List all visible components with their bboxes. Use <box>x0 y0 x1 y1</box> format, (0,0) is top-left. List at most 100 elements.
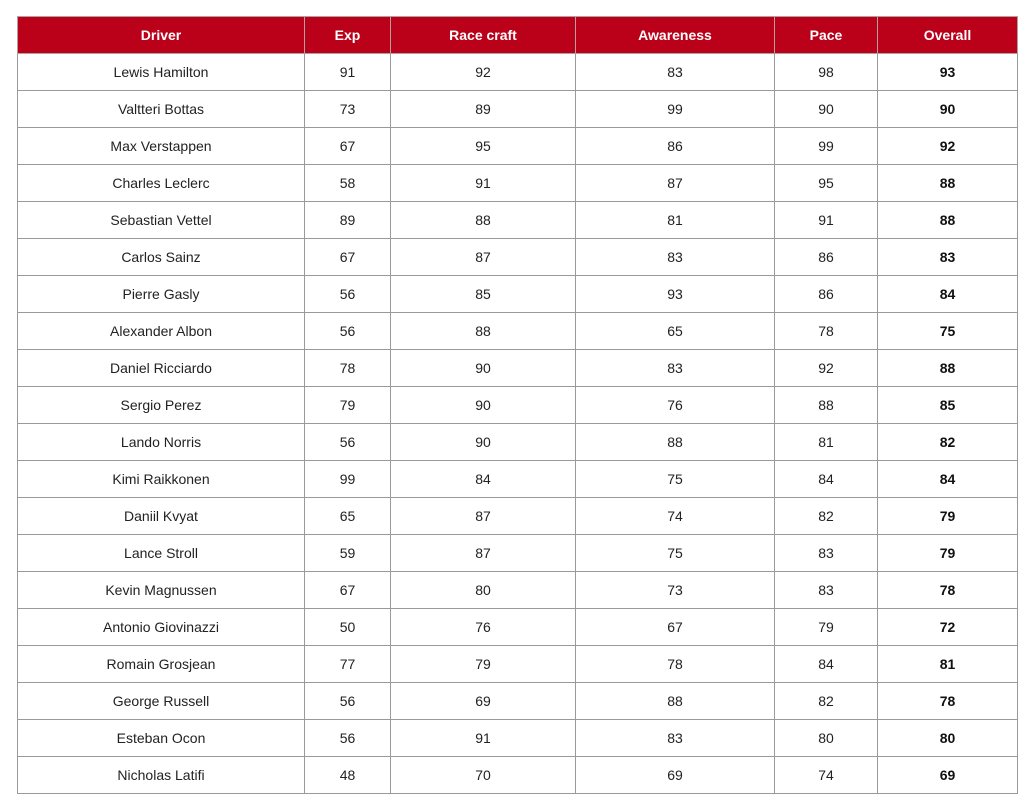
table-row: Daniil Kvyat 65 87 74 82 79 <box>17 497 1018 535</box>
race-craft-cell: 88 <box>390 201 576 239</box>
exp-cell: 67 <box>304 238 391 276</box>
awareness-cell: 73 <box>575 571 775 609</box>
column-header-race-craft[interactable]: Race craft <box>390 16 576 54</box>
pace-cell: 91 <box>774 201 878 239</box>
awareness-cell: 88 <box>575 423 775 461</box>
driver-cell: Valtteri Bottas <box>17 90 305 128</box>
awareness-cell: 81 <box>575 201 775 239</box>
overall-cell: 84 <box>877 460 1018 498</box>
table-row: Lewis Hamilton 91 92 83 98 93 <box>17 53 1018 91</box>
table-row: Esteban Ocon 56 91 83 80 80 <box>17 719 1018 757</box>
pace-cell: 83 <box>774 571 878 609</box>
table-row: Lando Norris 56 90 88 81 82 <box>17 423 1018 461</box>
overall-cell: 88 <box>877 201 1018 239</box>
exp-cell: 56 <box>304 682 391 720</box>
pace-cell: 88 <box>774 386 878 424</box>
table-row: Nicholas Latifi 48 70 69 74 69 <box>17 756 1018 794</box>
race-craft-cell: 87 <box>390 238 576 276</box>
table-row: Valtteri Bottas 73 89 99 90 90 <box>17 90 1018 128</box>
table-row: Antonio Giovinazzi 50 76 67 79 72 <box>17 608 1018 646</box>
pace-cell: 84 <box>774 460 878 498</box>
table-row: Alexander Albon 56 88 65 78 75 <box>17 312 1018 350</box>
table-row: Lance Stroll 59 87 75 83 79 <box>17 534 1018 572</box>
column-header-pace[interactable]: Pace <box>774 16 878 54</box>
overall-cell: 82 <box>877 423 1018 461</box>
awareness-cell: 83 <box>575 53 775 91</box>
column-header-driver[interactable]: Driver <box>17 16 305 54</box>
exp-cell: 56 <box>304 719 391 757</box>
exp-cell: 79 <box>304 386 391 424</box>
driver-cell: Lando Norris <box>17 423 305 461</box>
table-row: Charles Leclerc 58 91 87 95 88 <box>17 164 1018 202</box>
pace-cell: 81 <box>774 423 878 461</box>
exp-cell: 48 <box>304 756 391 794</box>
exp-cell: 67 <box>304 127 391 165</box>
driver-cell: Lance Stroll <box>17 534 305 572</box>
exp-cell: 67 <box>304 571 391 609</box>
table-row: Sebastian Vettel 89 88 81 91 88 <box>17 201 1018 239</box>
column-header-awareness[interactable]: Awareness <box>575 16 775 54</box>
driver-cell: Sebastian Vettel <box>17 201 305 239</box>
overall-cell: 69 <box>877 756 1018 794</box>
race-craft-cell: 79 <box>390 645 576 683</box>
overall-cell: 85 <box>877 386 1018 424</box>
overall-cell: 78 <box>877 571 1018 609</box>
overall-cell: 79 <box>877 497 1018 535</box>
overall-cell: 88 <box>877 164 1018 202</box>
awareness-cell: 69 <box>575 756 775 794</box>
exp-cell: 59 <box>304 534 391 572</box>
race-craft-cell: 87 <box>390 534 576 572</box>
pace-cell: 98 <box>774 53 878 91</box>
overall-cell: 72 <box>877 608 1018 646</box>
exp-cell: 91 <box>304 53 391 91</box>
exp-cell: 89 <box>304 201 391 239</box>
race-craft-cell: 90 <box>390 349 576 387</box>
race-craft-cell: 85 <box>390 275 576 313</box>
race-craft-cell: 69 <box>390 682 576 720</box>
column-header-exp[interactable]: Exp <box>304 16 391 54</box>
driver-cell: George Russell <box>17 682 305 720</box>
pace-cell: 86 <box>774 275 878 313</box>
awareness-cell: 87 <box>575 164 775 202</box>
awareness-cell: 83 <box>575 238 775 276</box>
race-craft-cell: 89 <box>390 90 576 128</box>
race-craft-cell: 87 <box>390 497 576 535</box>
awareness-cell: 65 <box>575 312 775 350</box>
awareness-cell: 75 <box>575 534 775 572</box>
overall-cell: 80 <box>877 719 1018 757</box>
table-row: Max Verstappen 67 95 86 99 92 <box>17 127 1018 165</box>
driver-cell: Max Verstappen <box>17 127 305 165</box>
overall-cell: 93 <box>877 53 1018 91</box>
table-row: Carlos Sainz 67 87 83 86 83 <box>17 238 1018 276</box>
driver-ratings-table: Driver Exp Race craft Awareness Pace Ove… <box>17 16 1018 794</box>
race-craft-cell: 90 <box>390 386 576 424</box>
overall-cell: 88 <box>877 349 1018 387</box>
awareness-cell: 74 <box>575 497 775 535</box>
driver-cell: Nicholas Latifi <box>17 756 305 794</box>
driver-cell: Daniel Ricciardo <box>17 349 305 387</box>
awareness-cell: 67 <box>575 608 775 646</box>
awareness-cell: 78 <box>575 645 775 683</box>
exp-cell: 99 <box>304 460 391 498</box>
awareness-cell: 99 <box>575 90 775 128</box>
header-row: Driver Exp Race craft Awareness Pace Ove… <box>17 16 1018 54</box>
overall-cell: 78 <box>877 682 1018 720</box>
pace-cell: 99 <box>774 127 878 165</box>
table-row: Daniel Ricciardo 78 90 83 92 88 <box>17 349 1018 387</box>
column-header-overall[interactable]: Overall <box>877 16 1018 54</box>
awareness-cell: 83 <box>575 349 775 387</box>
driver-cell: Kevin Magnussen <box>17 571 305 609</box>
race-craft-cell: 88 <box>390 312 576 350</box>
driver-cell: Esteban Ocon <box>17 719 305 757</box>
exp-cell: 65 <box>304 497 391 535</box>
pace-cell: 95 <box>774 164 878 202</box>
awareness-cell: 93 <box>575 275 775 313</box>
driver-cell: Carlos Sainz <box>17 238 305 276</box>
awareness-cell: 83 <box>575 719 775 757</box>
race-craft-cell: 84 <box>390 460 576 498</box>
awareness-cell: 88 <box>575 682 775 720</box>
table-row: Pierre Gasly 56 85 93 86 84 <box>17 275 1018 313</box>
table-row: Romain Grosjean 77 79 78 84 81 <box>17 645 1018 683</box>
exp-cell: 77 <box>304 645 391 683</box>
table-row: Kevin Magnussen 67 80 73 83 78 <box>17 571 1018 609</box>
